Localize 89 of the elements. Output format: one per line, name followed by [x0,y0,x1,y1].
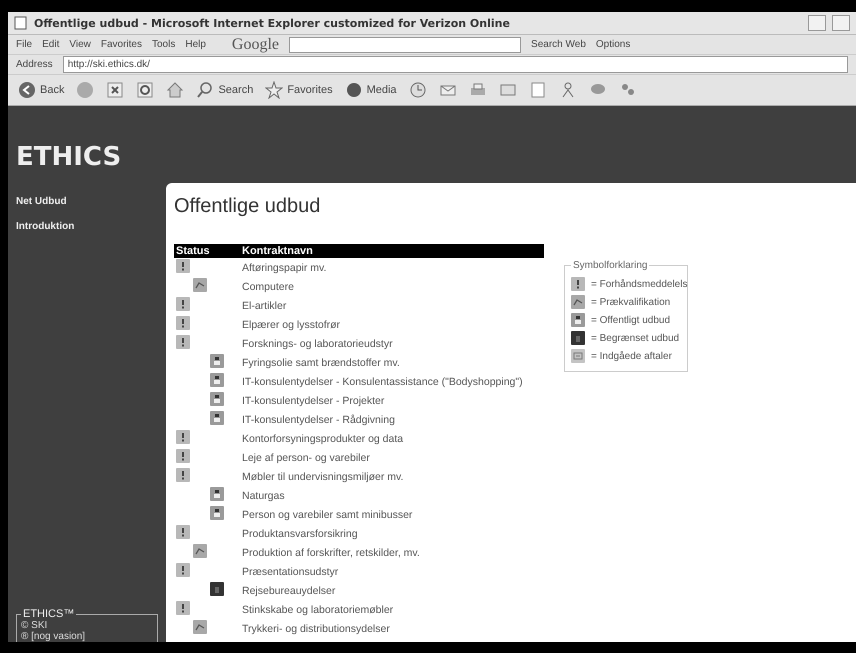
status-icon [210,506,224,520]
search-field[interactable] [289,36,522,52]
contract-link[interactable]: Produktansvarsforsikring [240,524,544,543]
contract-link[interactable]: IT-konsulentydelser - Konsulentassistance ("Bodyshopping") [240,372,544,391]
contract-link[interactable]: Fyringsolie samt brændstoffer mv. [240,353,544,372]
status-icon [176,525,190,539]
status-icon [176,468,190,482]
contract-link[interactable]: Person og varebiler samt minibusser [240,505,544,524]
legend-label: = Offentligt udbud [591,314,670,326]
column-header: Status [174,244,240,258]
status-icon [210,582,224,596]
legend-label: = Indgåede aftaler [591,350,672,362]
address-field[interactable]: http://ski.ethics.dk/ [62,56,848,73]
status-icon [176,316,190,330]
contract-link[interactable]: Produktion af forskrifter, retskilder, mv. [240,543,544,562]
contract-link[interactable]: Møbler til undervisningsmiljøer mv. [240,467,544,486]
menu-item[interactable]: Favorites [100,39,142,50]
footer-title: ETHICS™ [21,608,76,620]
nav-link[interactable]: Introduktion [16,221,166,232]
contract-link[interactable]: Trykkeri- og distributionsydelser [240,619,544,638]
menu-item[interactable]: View [69,39,91,50]
status-icon [210,411,224,425]
contract-link[interactable]: Naturgas [240,486,544,505]
status-icon [193,544,207,558]
status-icon [176,259,190,273]
address-label: Address [16,59,53,70]
stop-icon[interactable] [106,81,124,99]
contract-link[interactable]: El-artikler [240,296,544,315]
legend-label: = Begrænset udbud [591,332,680,344]
nav-link[interactable]: Net Udbud [16,196,166,207]
refresh-icon[interactable] [136,81,154,99]
contract-link[interactable]: Rejsebureauydelser [240,581,544,600]
status-icon [571,295,585,309]
menu-item[interactable]: Tools [152,39,176,50]
search-button[interactable]: Search [196,81,254,99]
status-icon [176,563,190,577]
status-icon [176,449,190,463]
back-button[interactable]: Back [18,81,64,99]
status-icon [210,373,224,387]
status-icon [571,277,585,291]
column-header: Kontraktnavn [240,244,544,258]
home-icon[interactable] [166,81,184,99]
forward-icon[interactable] [76,81,94,99]
footer-text: © SKI [21,620,48,631]
restore-button[interactable] [832,15,850,31]
ethics-logo: ETHICS [16,142,122,172]
contract-link[interactable]: IT-konsulentydelser - Rådgivning [240,410,544,429]
status-icon [210,487,224,501]
note-icon[interactable] [528,81,547,99]
google-logo: Google [232,36,280,54]
contract-link[interactable]: Elpærer og lysstofrør [240,315,544,334]
status-icon [176,601,190,615]
search-web-button[interactable]: Search Web [531,39,586,50]
footer-text: ® [nog vasion] [21,631,86,642]
contract-link[interactable]: Computere [240,277,544,296]
search-icon [196,81,214,99]
status-icon [571,331,585,345]
page-icon [14,16,28,30]
menu-item[interactable]: File [16,39,32,50]
status-icon [210,354,224,368]
contract-link[interactable]: Stinkskabe og laboratoriemøbler [240,600,544,619]
minimize-button[interactable] [808,15,826,31]
menu-item[interactable]: Help [185,39,206,50]
favorites-button[interactable]: Favorites [265,81,333,99]
legend-label: = Forhåndsmeddelels [591,278,688,290]
status-icon [193,620,207,634]
star-icon [265,81,284,99]
media-button[interactable]: Media [344,81,397,99]
window-title: Offentlige udbud - Microsoft Internet Explorer customized for Verizon Online [34,16,510,30]
status-icon [176,430,190,444]
contract-link[interactable]: Forsknings- og laboratorieudstyr [240,334,544,353]
status-icon [210,392,224,406]
status-icon [176,335,190,349]
options-button[interactable]: Options [596,39,630,50]
contract-link[interactable]: IT-konsulentydelser - Projekter [240,391,544,410]
contract-link[interactable]: Aftøringspapir mv. [240,258,544,277]
status-icon [571,313,585,327]
legend-label: = Prækvalifikation [591,296,670,308]
status-icon [571,349,585,363]
status-icon [193,278,207,292]
contract-link[interactable]: Præsentationsudstyr [240,562,544,581]
legend-title: Symbolforklaring [571,260,650,271]
history-icon[interactable] [408,81,427,99]
contract-link[interactable]: Kontorforsyningsprodukter og data [240,429,544,448]
menu-item[interactable]: Edit [42,39,60,50]
contract-link[interactable]: Leje af person- og varebiler [240,448,544,467]
media-icon [344,81,363,99]
status-icon [176,297,190,311]
page-heading: Offentlige udbud [174,195,322,218]
